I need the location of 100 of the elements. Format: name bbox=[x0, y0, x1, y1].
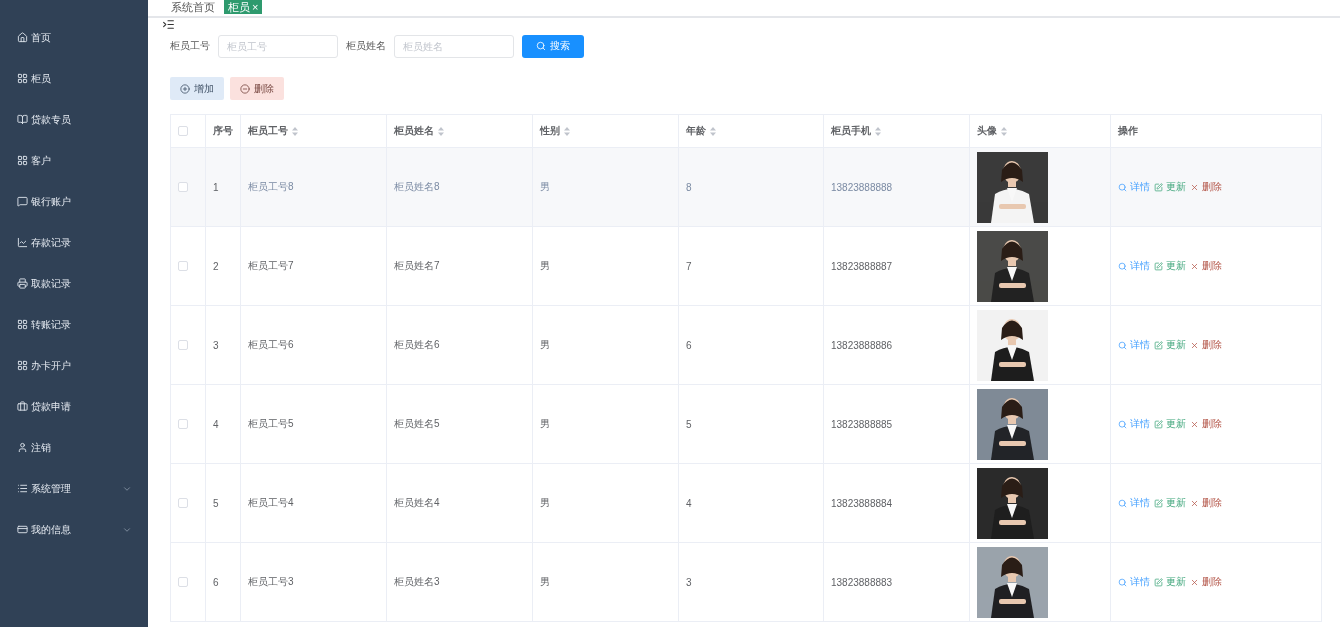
table-cell: 柜员工号4 bbox=[248, 496, 294, 510]
table-cell: 13823888883 bbox=[831, 576, 893, 588]
tab[interactable]: 系统首页 bbox=[167, 0, 219, 14]
delete-link[interactable]: 删除 bbox=[1190, 496, 1222, 510]
close-icon bbox=[1190, 261, 1199, 271]
grid-icon bbox=[17, 360, 28, 371]
edit-icon bbox=[1154, 261, 1163, 271]
delete-link[interactable]: 删除 bbox=[1190, 575, 1222, 589]
sort-icon[interactable] bbox=[710, 126, 716, 136]
chart-icon bbox=[17, 237, 28, 248]
search-icon bbox=[536, 41, 546, 51]
delete-link[interactable]: 删除 bbox=[1190, 417, 1222, 431]
table-cell: 柜员工号8 bbox=[248, 180, 294, 194]
column-header[interactable]: 年龄 bbox=[686, 124, 716, 138]
column-header[interactable]: 性别 bbox=[540, 124, 570, 138]
table-cell: 柜员姓名5 bbox=[394, 417, 440, 431]
menu-item[interactable]: 贷款专员 bbox=[0, 99, 148, 140]
add-button[interactable]: 增加 bbox=[170, 77, 224, 100]
table-cell: 13823888887 bbox=[831, 260, 893, 272]
menu-item[interactable]: 系统管理 bbox=[0, 468, 148, 509]
table-row[interactable]: 6 柜员工号3 柜员姓名3 男 3 13823888883 详情 更新 删除 bbox=[171, 543, 1321, 622]
menu-item[interactable]: 客户 bbox=[0, 140, 148, 181]
column-header: 序号 bbox=[213, 124, 233, 138]
search-icon bbox=[1118, 340, 1127, 350]
menu-item[interactable]: 柜员 bbox=[0, 58, 148, 99]
table-row[interactable]: 1 柜员工号8 柜员姓名8 男 8 13823888888 详情 更新 删除 bbox=[171, 148, 1321, 227]
close-icon bbox=[1190, 340, 1199, 350]
delete-link[interactable]: 删除 bbox=[1190, 180, 1222, 194]
column-header[interactable]: 柜员工号 bbox=[248, 124, 298, 138]
menu-item[interactable]: 贷款申请 bbox=[0, 386, 148, 427]
table-cell: 柜员姓名3 bbox=[394, 575, 440, 589]
checkbox[interactable] bbox=[178, 261, 188, 271]
menu-item[interactable]: 办卡开户 bbox=[0, 345, 148, 386]
edit-link[interactable]: 更新 bbox=[1154, 259, 1186, 273]
sort-icon[interactable] bbox=[292, 126, 298, 136]
field-label: 柜员工号 bbox=[170, 39, 210, 53]
sort-icon[interactable] bbox=[438, 126, 444, 136]
menu-item[interactable]: 存款记录 bbox=[0, 222, 148, 263]
home-icon bbox=[17, 32, 28, 43]
sort-icon[interactable] bbox=[564, 126, 570, 136]
search-icon bbox=[1118, 577, 1127, 587]
sort-icon[interactable] bbox=[875, 126, 881, 136]
menu-item[interactable]: 取款记录 bbox=[0, 263, 148, 304]
table-cell: 13823888885 bbox=[831, 418, 893, 430]
checkbox[interactable] bbox=[178, 182, 188, 192]
table-cell: 6 bbox=[213, 576, 219, 588]
table-cell: 6 bbox=[686, 339, 692, 351]
checkbox[interactable] bbox=[178, 577, 188, 587]
field-label: 柜员姓名 bbox=[346, 39, 386, 53]
table-cell: 2 bbox=[213, 260, 219, 272]
table-cell: 13823888888 bbox=[831, 181, 893, 193]
edit-link[interactable]: 更新 bbox=[1154, 496, 1186, 510]
menu-toggle-icon[interactable] bbox=[162, 17, 175, 31]
menu-item[interactable]: 首页 bbox=[0, 17, 148, 58]
table-row[interactable]: 3 柜员工号6 柜员姓名6 男 6 13823888886 详情 更新 删除 bbox=[171, 306, 1321, 385]
edit-link[interactable]: 更新 bbox=[1154, 338, 1186, 352]
grid-icon bbox=[17, 155, 28, 166]
column-header[interactable]: 头像 bbox=[977, 124, 1007, 138]
table-cell: 男 bbox=[540, 338, 550, 352]
checkbox[interactable] bbox=[178, 126, 188, 136]
table-cell: 柜员姓名6 bbox=[394, 338, 440, 352]
chat-icon bbox=[17, 196, 28, 207]
checkbox[interactable] bbox=[178, 419, 188, 429]
table-cell: 5 bbox=[686, 418, 692, 430]
menu-item[interactable]: 注销 bbox=[0, 427, 148, 468]
edit-link[interactable]: 更新 bbox=[1154, 575, 1186, 589]
table-row[interactable]: 5 柜员工号4 柜员姓名4 男 4 13823888884 详情 更新 删除 bbox=[171, 464, 1321, 543]
checkbox[interactable] bbox=[178, 498, 188, 508]
menu-item[interactable]: 转账记录 bbox=[0, 304, 148, 345]
table-cell: 8 bbox=[686, 181, 692, 193]
edit-icon bbox=[1154, 498, 1163, 508]
delete-button[interactable]: 删除 bbox=[230, 77, 284, 100]
column-header[interactable]: 柜员手机 bbox=[831, 124, 881, 138]
grid-icon bbox=[17, 73, 28, 84]
table-cell: 3 bbox=[686, 576, 692, 588]
tab[interactable]: 柜员 × bbox=[224, 0, 263, 14]
table-row[interactable]: 4 柜员工号5 柜员姓名5 男 5 13823888885 详情 更新 删除 bbox=[171, 385, 1321, 464]
search-icon bbox=[1118, 419, 1127, 429]
delete-link[interactable]: 删除 bbox=[1190, 259, 1222, 273]
delete-link[interactable]: 删除 bbox=[1190, 338, 1222, 352]
edit-icon bbox=[1154, 577, 1163, 587]
table-cell: 柜员工号3 bbox=[248, 575, 294, 589]
sort-icon[interactable] bbox=[1001, 126, 1007, 136]
table-row[interactable]: 2 柜员工号7 柜员姓名7 男 7 13823888887 详情 更新 删除 bbox=[171, 227, 1321, 306]
table-cell: 4 bbox=[213, 418, 219, 430]
checkbox[interactable] bbox=[178, 340, 188, 350]
menu-item[interactable]: 银行账户 bbox=[0, 181, 148, 222]
close-icon bbox=[1190, 419, 1199, 429]
table-cell: 柜员姓名4 bbox=[394, 496, 440, 510]
menu-item[interactable]: 我的信息 bbox=[0, 509, 148, 550]
edit-link[interactable]: 更新 bbox=[1154, 417, 1186, 431]
minus-circle-icon bbox=[240, 83, 250, 94]
search-icon bbox=[1118, 261, 1127, 271]
search-icon bbox=[1118, 498, 1127, 508]
table-cell: 5 bbox=[213, 497, 219, 509]
table-cell: 柜员姓名8 bbox=[394, 180, 440, 194]
close-icon bbox=[1190, 577, 1199, 587]
column-header[interactable]: 柜员姓名 bbox=[394, 124, 444, 138]
table-cell: 柜员工号5 bbox=[248, 417, 294, 431]
book-icon bbox=[17, 114, 28, 125]
